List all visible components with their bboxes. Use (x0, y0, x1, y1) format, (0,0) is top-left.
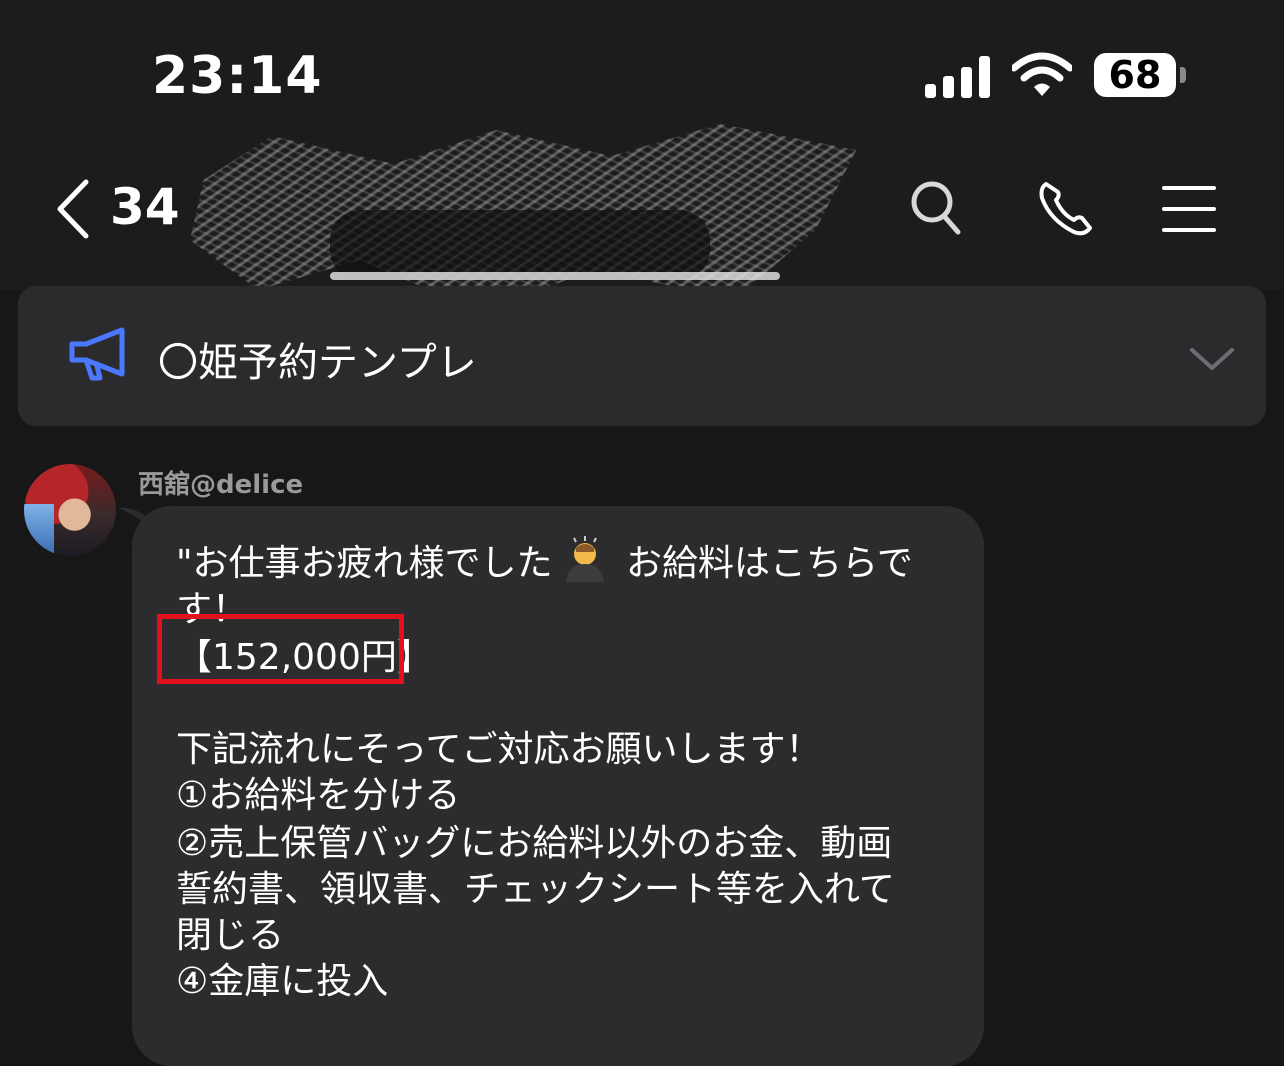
wifi-icon (1012, 52, 1072, 96)
message-line-7: 誓約書、領収書、チェックシート等を入れて (176, 869, 895, 910)
battery-nub (1180, 67, 1186, 83)
redacted-title-line (330, 272, 780, 280)
cellular-signal-icon (925, 56, 990, 98)
megaphone-icon (69, 327, 125, 381)
menu-icon[interactable] (1162, 184, 1216, 234)
announcement-bar[interactable]: 〇姫予約テンプレ (18, 286, 1266, 426)
search-icon[interactable] (900, 178, 966, 238)
highlight-box (157, 614, 404, 684)
avatar-background (24, 504, 54, 554)
status-time: 23:14 (152, 46, 323, 106)
message-line-8: 閉じる (176, 915, 285, 956)
avatar[interactable] (24, 464, 116, 556)
chevron-down-icon[interactable] (1188, 344, 1236, 374)
message-line-6: ②売上保管バッグにお給料以外のお金、動画 (176, 823, 893, 864)
message-line-5: ①お給料を分ける (176, 775, 461, 816)
person-bowing-icon (566, 536, 604, 582)
phone-icon[interactable] (1036, 178, 1098, 238)
redacted-title-overlay (330, 210, 710, 280)
message-line-9: ④金庫に投入 (176, 961, 389, 1002)
message-line-1a: "お仕事お疲れ様でした (176, 543, 553, 584)
announcement-text: 〇姫予約テンプレ (158, 340, 477, 386)
back-unread-count[interactable]: 34 (110, 178, 180, 236)
message-line-4: 下記流れにそってご対応お願いします！ (176, 729, 822, 770)
sender-name: 西舘@delice (138, 470, 304, 500)
back-chevron-icon[interactable] (52, 178, 92, 240)
battery-indicator: 68 (1094, 53, 1176, 97)
message-line-1b: お給料はこちらで (626, 543, 913, 584)
